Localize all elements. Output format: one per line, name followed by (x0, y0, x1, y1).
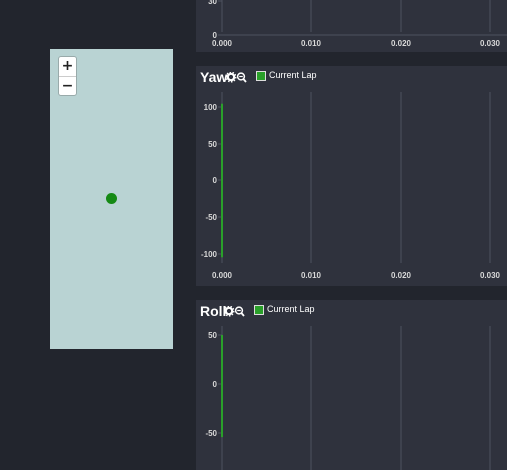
roll-chart: 50 0 -50 (205, 326, 491, 470)
chart-panel-roll: Roll Current Lap 50 0 -50 (196, 300, 507, 470)
y-tick-label: 50 (208, 140, 217, 149)
map-zoom-control: + − (58, 56, 77, 96)
zoom-in-button[interactable]: + (59, 57, 76, 77)
x-tick-label: 0.030 (480, 39, 501, 48)
y-tick-label: 50 (208, 331, 217, 340)
y-tick-label: 30 (208, 0, 217, 6)
y-tick-label: -50 (205, 429, 217, 438)
position-marker (106, 193, 117, 204)
yaw-chart: 100 50 0 -50 -100 0.000 0.010 0.020 0.030 (201, 92, 501, 280)
x-tick-label: 0.010 (301, 39, 322, 48)
x-tick-label: 0.010 (301, 271, 322, 280)
y-tick-label: 0 (213, 380, 218, 389)
chart-panel-yaw: Yaw Current Lap 100 50 0 -50 -100 0.000 0.010 0… (196, 66, 507, 286)
x-tick-label: 0.020 (391, 39, 412, 48)
top-chart: 3000.000 0.010 0.020 0.030 (208, 0, 507, 48)
chart-panel-top: 30 0 0.000 0.010 0.020 0.030 (196, 0, 507, 52)
x-tick-label: 0.000 (212, 271, 233, 280)
x-tick-label: 0.020 (391, 271, 412, 280)
zoom-out-button[interactable]: − (59, 77, 76, 96)
x-tick-label: 0.030 (480, 271, 501, 280)
y-tick-label: -50 (205, 213, 217, 222)
y-tick-label: -100 (201, 250, 218, 259)
x-tick-label: 0.000 (212, 39, 233, 48)
y-tick-label: 0 (213, 176, 218, 185)
y-tick-label: 100 (204, 103, 218, 112)
